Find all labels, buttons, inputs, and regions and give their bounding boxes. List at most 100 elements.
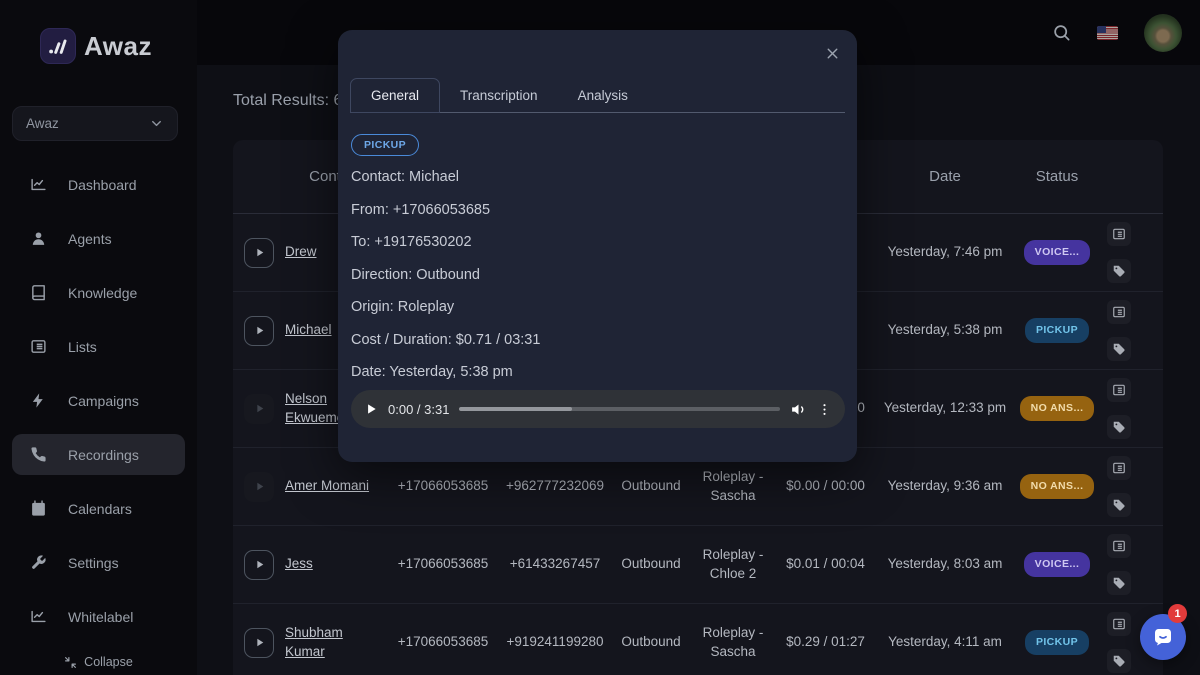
user-avatar[interactable] (1144, 14, 1182, 52)
tag-button[interactable] (1107, 649, 1131, 673)
chat-bubble-icon (1151, 625, 1175, 649)
recording-details-modal: General Transcription Analysis PICKUP Co… (338, 30, 857, 462)
sidebar-item-calendars[interactable]: Calendars (12, 488, 185, 529)
sidebar-nav: Dashboard Agents Knowledge Lists Campaig… (12, 164, 185, 650)
sidebar-item-label: Dashboard (68, 177, 137, 193)
brand-logo[interactable]: Awaz (40, 28, 152, 64)
view-details-button[interactable] (1107, 222, 1131, 246)
play-icon (253, 636, 266, 649)
cost-cell: $0.29 / 01:27 (773, 633, 878, 651)
cost-cell: $0.00 / 00:00 (773, 477, 878, 495)
to-cell: +919241199280 (501, 633, 609, 651)
agent-cell: Roleplay - Sascha (693, 624, 773, 660)
play-icon (253, 558, 266, 571)
phone-icon (30, 446, 47, 463)
audio-player: 0:00 / 3:31 (351, 390, 845, 428)
collapse-icon (64, 656, 77, 669)
sidebar-item-dashboard[interactable]: Dashboard (12, 164, 185, 205)
sidebar-item-lists[interactable]: Lists (12, 326, 185, 367)
status-badge: NO ANS... (1020, 396, 1095, 420)
total-results-label: Total Results: 6 (233, 92, 342, 110)
list-icon (30, 338, 47, 355)
view-details-button[interactable] (1107, 534, 1131, 558)
awaz-logo-icon (40, 28, 76, 64)
collapse-sidebar-button[interactable]: Collapse (0, 655, 197, 669)
date-cell: Yesterday, 7:46 pm (878, 243, 1012, 261)
user-icon (30, 230, 47, 247)
tag-icon (1112, 420, 1126, 434)
contact-link[interactable]: Amer Momani (285, 477, 369, 495)
contact-link[interactable]: Michael (285, 321, 332, 339)
chart-line-icon (30, 176, 47, 193)
detail-date: Date: Yesterday, 5:38 pm (351, 356, 540, 389)
volume-icon[interactable] (790, 401, 807, 418)
contact-link[interactable]: Jess (285, 555, 313, 573)
tag-button[interactable] (1107, 259, 1131, 283)
sidebar-item-label: Settings (68, 555, 119, 571)
play-button[interactable] (244, 550, 274, 580)
sidebar-item-settings[interactable]: Settings (12, 542, 185, 583)
us-flag-icon[interactable] (1097, 26, 1118, 40)
workspace-select-value: Awaz (26, 116, 59, 131)
sidebar-item-label: Whitelabel (68, 609, 133, 625)
to-cell: +61433267457 (501, 555, 609, 573)
tag-icon (1112, 498, 1126, 512)
play-icon (253, 324, 266, 337)
collapse-label: Collapse (84, 655, 133, 669)
date-cell: Yesterday, 4:11 am (878, 633, 1012, 651)
list-details-icon (1112, 617, 1126, 631)
agent-cell: Roleplay - Sascha (693, 468, 773, 504)
view-details-button[interactable] (1107, 612, 1131, 636)
tab-general[interactable]: General (350, 78, 440, 113)
kebab-menu-icon[interactable] (817, 402, 832, 417)
buffered-bar (459, 407, 571, 411)
play-icon (253, 480, 266, 493)
sidebar-item-agents[interactable]: Agents (12, 218, 185, 259)
search-icon[interactable] (1052, 23, 1071, 42)
sidebar-item-whitelabel[interactable]: Whitelabel (12, 596, 185, 637)
list-details-icon (1112, 461, 1126, 475)
view-details-button[interactable] (1107, 456, 1131, 480)
sidebar-item-campaigns[interactable]: Campaigns (12, 380, 185, 421)
modal-tab-bar: General Transcription Analysis (350, 78, 845, 113)
play-button[interactable] (244, 316, 274, 346)
detail-cost-duration: Cost / Duration: $0.71 / 03:31 (351, 324, 540, 357)
sidebar-item-label: Calendars (68, 501, 132, 517)
tag-button[interactable] (1107, 571, 1131, 595)
close-icon[interactable] (824, 45, 841, 62)
status-badge: NO ANS... (1020, 474, 1095, 498)
to-cell: +962777232069 (501, 477, 609, 495)
playback-time: 0:00 / 3:31 (388, 402, 449, 417)
status-badge: VOICE... (1024, 552, 1091, 576)
tab-analysis[interactable]: Analysis (558, 79, 648, 112)
list-details-icon (1112, 539, 1126, 553)
play-icon[interactable] (364, 402, 378, 416)
workspace-select[interactable]: Awaz (12, 106, 178, 141)
tag-button[interactable] (1107, 493, 1131, 517)
list-details-icon (1112, 227, 1126, 241)
sidebar-item-knowledge[interactable]: Knowledge (12, 272, 185, 313)
tab-transcription[interactable]: Transcription (440, 79, 558, 112)
play-button[interactable] (244, 628, 274, 658)
tag-icon (1112, 342, 1126, 356)
sidebar-item-label: Knowledge (68, 285, 137, 301)
seek-slider[interactable] (459, 407, 780, 411)
date-cell: Yesterday, 12:33 pm (878, 399, 1012, 417)
detail-to: To: +19176530202 (351, 226, 540, 259)
header-date: Date (878, 168, 1012, 185)
play-button[interactable] (244, 238, 274, 268)
header-status: Status (1012, 168, 1102, 185)
view-details-button[interactable] (1107, 378, 1131, 402)
play-icon (253, 402, 266, 415)
tag-button[interactable] (1107, 415, 1131, 439)
direction-cell: Outbound (609, 633, 693, 651)
contact-link[interactable]: Shubham Kumar (285, 624, 385, 660)
sidebar-item-recordings[interactable]: Recordings (12, 434, 185, 475)
tag-button[interactable] (1107, 337, 1131, 361)
view-details-button[interactable] (1107, 300, 1131, 324)
direction-cell: Outbound (609, 555, 693, 573)
contact-link[interactable]: Drew (285, 243, 317, 261)
wrench-icon (30, 554, 47, 571)
status-badge: PICKUP (1025, 318, 1089, 342)
date-cell: Yesterday, 5:38 pm (878, 321, 1012, 339)
